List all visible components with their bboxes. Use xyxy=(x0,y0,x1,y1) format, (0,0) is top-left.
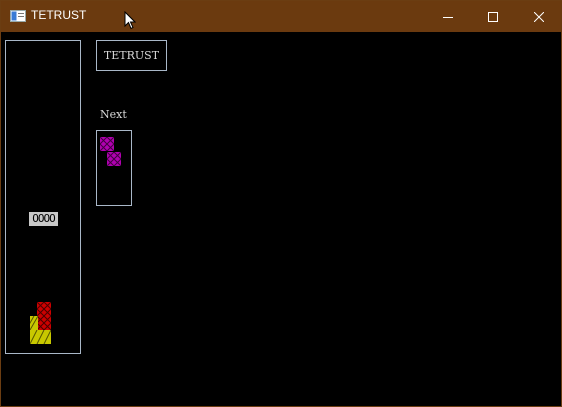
close-button[interactable] xyxy=(516,1,562,32)
app-icon xyxy=(10,10,26,22)
stack-block xyxy=(37,316,51,330)
mouse-cursor-icon xyxy=(124,11,136,30)
next-piece-block xyxy=(100,137,114,151)
game-window: TETRUST OOOO TETRUST Next xyxy=(0,0,562,407)
falling-piece: OOOO xyxy=(29,212,58,226)
maximize-icon xyxy=(488,11,498,22)
game-title-box: TETRUST xyxy=(96,40,167,71)
close-icon xyxy=(534,11,544,22)
minimize-button[interactable] xyxy=(425,1,471,32)
stack-block xyxy=(30,330,51,344)
stack-block xyxy=(30,316,38,330)
next-piece-block xyxy=(107,152,121,166)
window-title: TETRUST xyxy=(31,8,87,22)
maximize-button[interactable] xyxy=(470,1,516,32)
next-piece-label: Next xyxy=(100,108,127,121)
stack-block xyxy=(37,302,51,316)
title-bar[interactable]: TETRUST xyxy=(1,1,562,32)
minimize-icon xyxy=(443,16,453,18)
